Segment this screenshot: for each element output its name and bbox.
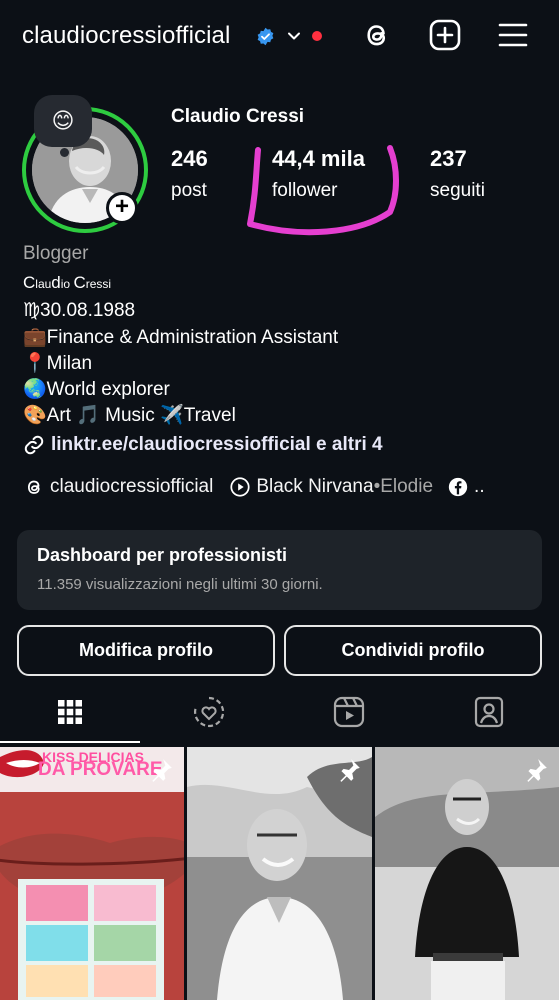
dashboard-subtitle: 11.359 visualizzazioni negli ultimi 30 g…	[37, 576, 323, 593]
account-username[interactable]: claudiocressiofficial	[22, 22, 230, 50]
reels-tab[interactable]	[329, 692, 369, 732]
facebook-chip-truncation: ..	[474, 476, 485, 497]
professional-dashboard-card[interactable]: Dashboard per professionisti 11.359 visu…	[17, 530, 542, 610]
posts-stat[interactable]: 246 post	[171, 146, 208, 202]
bio-link[interactable]: linktr.ee/claudiocressiofficial e altri …	[23, 434, 383, 456]
facebook-icon[interactable]	[447, 476, 469, 498]
note-bubble-tail	[60, 148, 69, 157]
posts-label: post	[171, 180, 207, 201]
bio-line-birthday: ♍30.08.1988	[23, 300, 136, 321]
top-bar: claudiocressiofficial	[0, 0, 559, 72]
bio-link-text[interactable]: linktr.ee/claudiocressiofficial e altri …	[51, 434, 383, 456]
dashboard-title: Dashboard per professionisti	[37, 545, 288, 565]
reels-icon	[333, 696, 365, 728]
grid-post[interactable]: KISS DELICIAS DA PROVARE	[0, 747, 184, 1000]
reposts-tab[interactable]	[189, 692, 229, 732]
followers-stat[interactable]: 44,4 mila follower	[272, 146, 365, 202]
music-separator: •	[373, 476, 381, 497]
following-label: seguiti	[430, 180, 485, 201]
verified-badge-icon	[257, 27, 274, 46]
music-artist-secondary: Elodie	[380, 476, 434, 497]
bio-line-hobbies: 🎨Art 🎵 Music ✈️Travel	[23, 405, 236, 426]
grid-post[interactable]	[375, 747, 559, 1000]
pin-icon	[152, 759, 172, 782]
new-post-icon[interactable]	[428, 18, 462, 52]
post-image-lips-promo	[0, 747, 184, 1000]
menu-icon[interactable]	[496, 18, 530, 52]
tagged-person-icon	[474, 696, 504, 728]
active-tab-indicator	[0, 741, 140, 743]
edit-profile-button[interactable]: Modifica profilo	[17, 625, 275, 676]
grid-post[interactable]	[187, 747, 372, 1000]
post-image-portrait	[187, 747, 372, 1000]
bio-line-interest: 🌏World explorer	[23, 379, 170, 400]
following-count: 237	[430, 146, 467, 171]
music-artist-chip[interactable]: Black Nirvana	[256, 476, 373, 498]
following-stat[interactable]: 237 seguiti	[430, 146, 485, 202]
display-name: Claudio Cressi	[171, 106, 305, 127]
note-bubble[interactable]: 😊	[34, 95, 92, 147]
threads-icon	[27, 480, 40, 494]
repost-heart-icon	[194, 696, 225, 728]
profile-tabs	[0, 684, 559, 740]
tagged-tab[interactable]	[469, 692, 509, 732]
post-caption-overlay-2: DA PROVARE	[38, 759, 163, 780]
pin-icon	[527, 759, 547, 782]
plus-icon: +	[109, 195, 135, 221]
share-profile-button[interactable]: Condividi profilo	[284, 625, 542, 676]
grid-icon	[58, 700, 82, 724]
threads-handle-chip[interactable]: claudiocressiofficial	[50, 476, 213, 498]
link-icon	[24, 435, 44, 455]
add-story-button[interactable]: +	[106, 192, 138, 224]
grid-tab[interactable]	[50, 692, 90, 732]
chevron-down-icon[interactable]	[286, 28, 302, 44]
profile-chips-row: claudiocressiofficial Black Nirvana • El…	[23, 476, 485, 498]
play-icon	[230, 477, 250, 497]
bio-line-job: 💼Finance & Administration Assistant	[23, 327, 339, 348]
post-image-standing-portrait	[375, 747, 559, 1000]
followers-label: follower	[272, 180, 338, 201]
followers-count: 44,4 mila	[272, 146, 365, 171]
posts-count: 246	[171, 146, 208, 171]
profile-category: Blogger	[23, 243, 89, 264]
threads-icon[interactable]	[360, 18, 394, 52]
bio-line-location: 📍Milan	[23, 353, 93, 374]
notification-dot	[312, 31, 322, 41]
note-emoji: 😊	[51, 108, 75, 133]
pin-icon	[340, 759, 360, 782]
bio-stylized-name: Claudio Cressi	[23, 273, 112, 292]
